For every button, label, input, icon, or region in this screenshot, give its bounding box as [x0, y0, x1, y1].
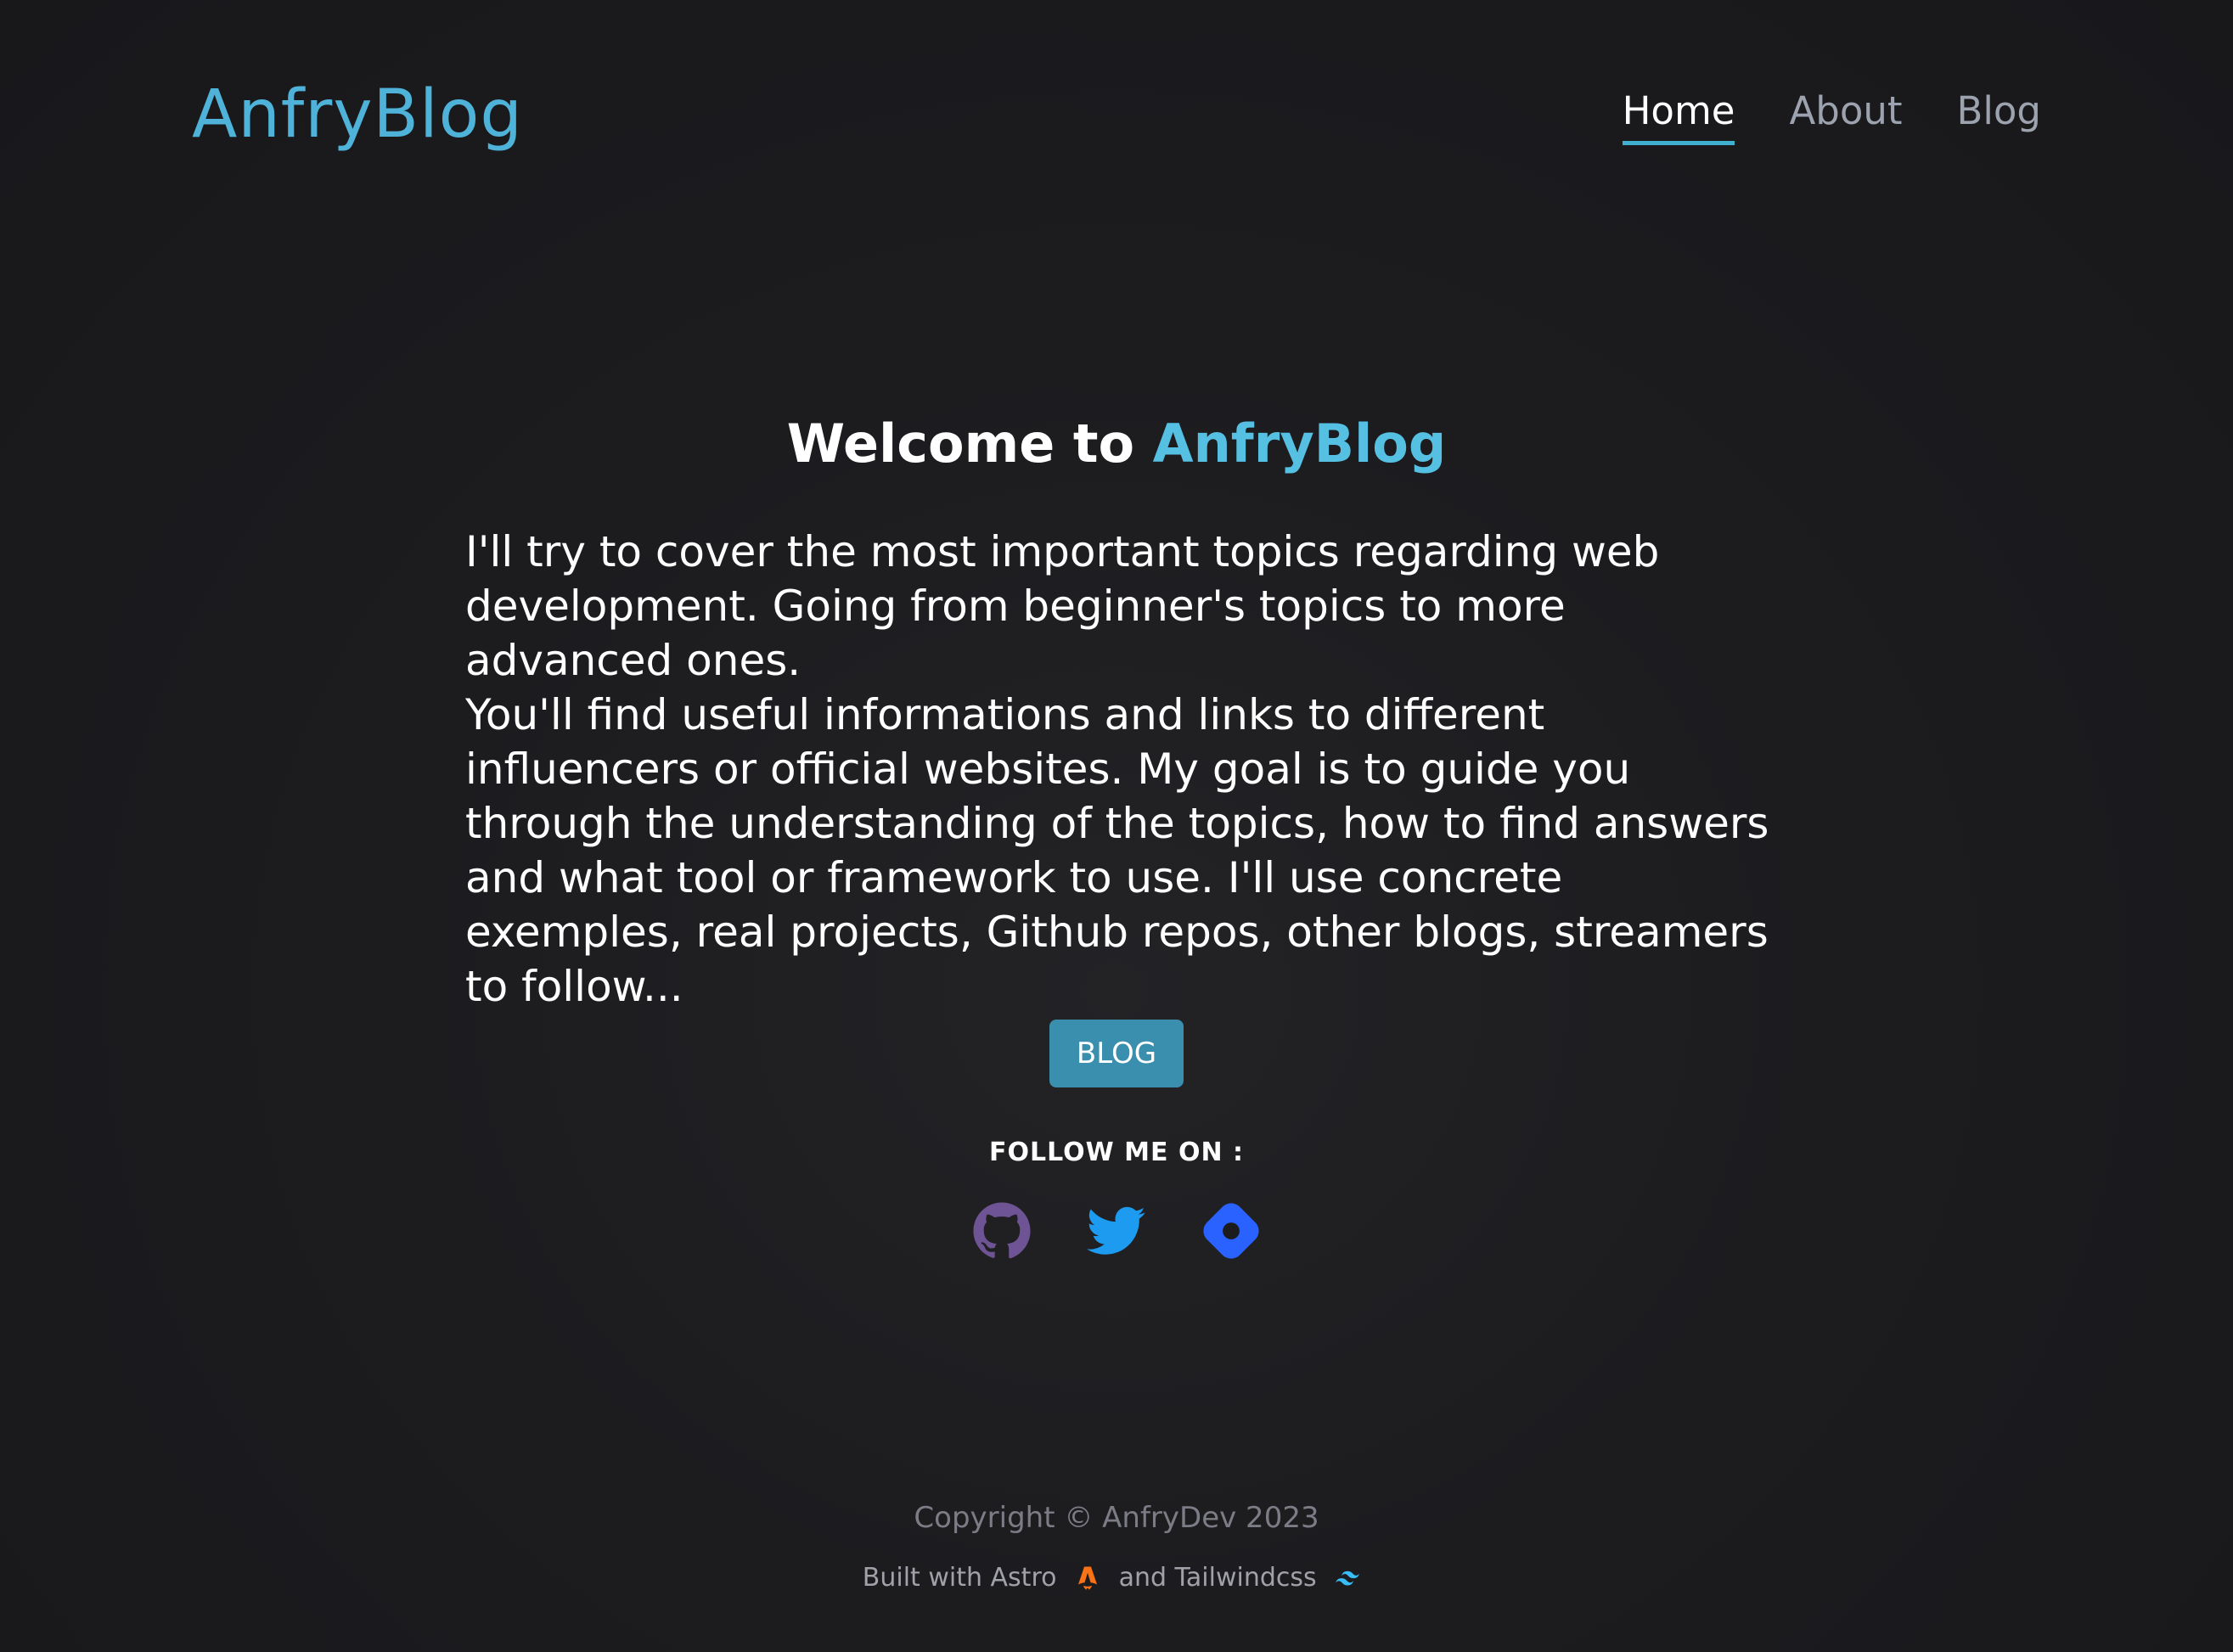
hashnode-link[interactable] — [1201, 1201, 1261, 1261]
social-links — [972, 1201, 1261, 1261]
astro-icon — [1077, 1566, 1098, 1590]
twitter-link[interactable] — [1087, 1201, 1146, 1261]
github-icon — [973, 1202, 1031, 1259]
intro-paragraph-1: I'll try to cover the most important top… — [465, 527, 1660, 685]
github-link[interactable] — [972, 1201, 1032, 1261]
tailwind-icon — [1336, 1571, 1360, 1585]
page-title: Welcome to AnfryBlog — [0, 406, 2233, 482]
main-nav: Home About Blog — [1622, 85, 2041, 145]
nav-home[interactable]: Home — [1622, 85, 1735, 145]
title-brand: AnfryBlog — [1152, 413, 1447, 475]
site-logo[interactable]: AnfryBlog — [192, 72, 523, 157]
built-with-text: Built with Astro and Tailwindcss — [0, 1562, 2233, 1593]
hashnode-icon — [1203, 1203, 1259, 1259]
built-with-prefix: Built with Astro — [862, 1563, 1057, 1593]
copyright-text: Copyright © AnfryDev 2023 — [914, 1501, 1319, 1535]
site-header: AnfryBlog Home About Blog — [0, 0, 2233, 229]
built-with-suffix: and Tailwindcss — [1118, 1563, 1317, 1593]
nav-about[interactable]: About — [1789, 85, 1902, 145]
blog-button[interactable]: BLOG — [1049, 1020, 1184, 1087]
nav-blog[interactable]: Blog — [1957, 85, 2041, 145]
intro-paragraph-2: You'll find useful informations and link… — [465, 690, 1769, 1011]
title-prefix: Welcome to — [786, 413, 1135, 475]
intro-text: I'll try to cover the most important top… — [465, 525, 1773, 1014]
twitter-icon — [1087, 1206, 1145, 1255]
follow-label: FOLLOW ME ON : — [988, 1138, 1245, 1167]
